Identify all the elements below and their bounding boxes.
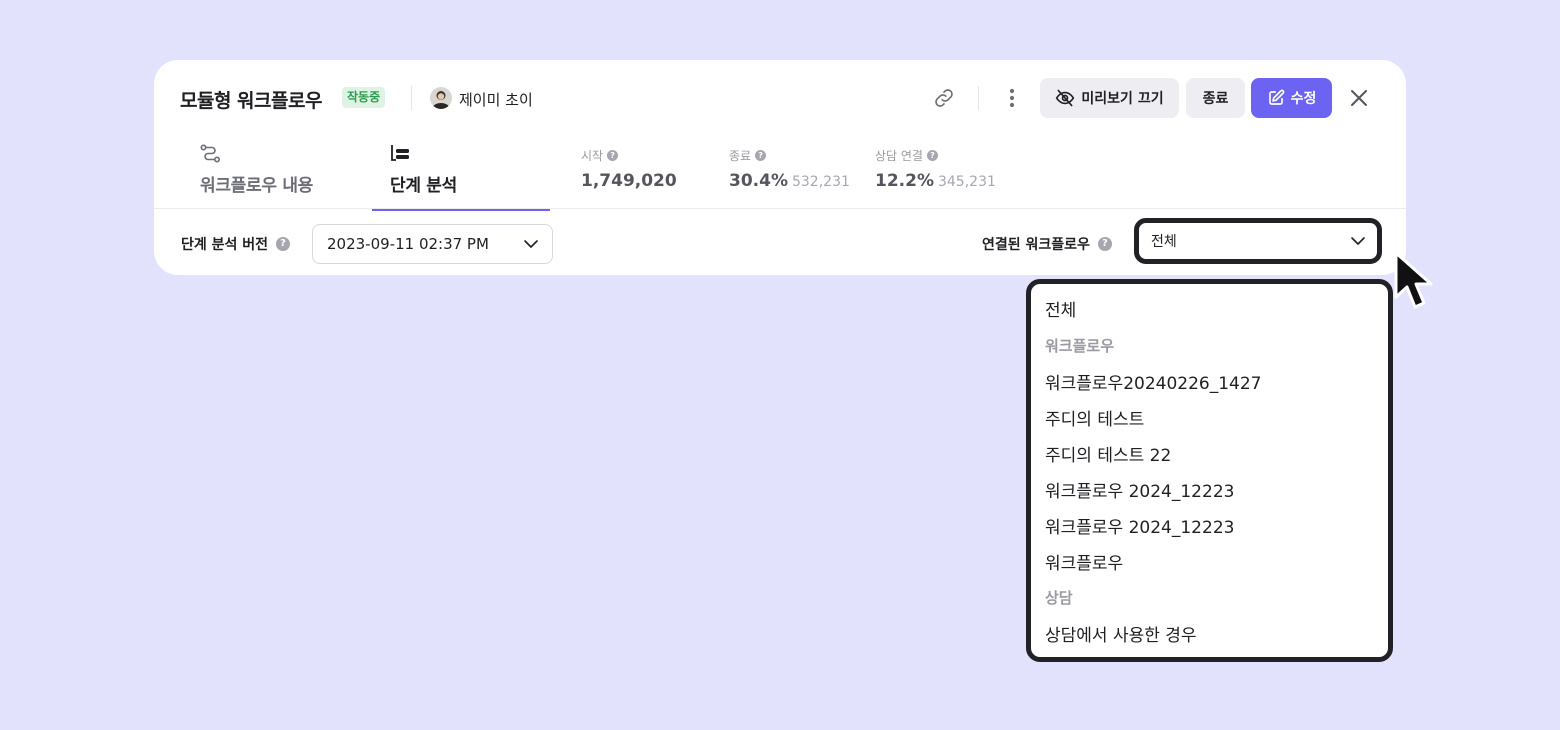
edit-label: 수정 [1290, 91, 1317, 107]
stat-start-label: 시작 [581, 149, 604, 163]
copy-link-button[interactable] [926, 80, 962, 116]
eye-off-icon [1056, 89, 1075, 107]
stat-consult: 상담 연결 ? 12.2% 345,231 [875, 147, 996, 191]
version-label-text: 단계 분석 버전 [181, 237, 269, 253]
link-icon [935, 89, 953, 107]
more-options-button[interactable] [994, 80, 1030, 116]
stat-consult-value: 12.2% [875, 171, 934, 191]
dropdown-option[interactable]: 워크플로우 2024_12223 [1045, 513, 1234, 538]
end-label: 종료 [1202, 91, 1229, 107]
version-select-value: 2023-09-11 02:37 PM [327, 235, 489, 253]
edit-button[interactable]: 수정 [1251, 78, 1332, 118]
dropdown-option[interactable]: 주디의 테스트 22 [1045, 441, 1171, 466]
stat-end-value: 30.4% [729, 171, 788, 191]
stat-end-count: 532,231 [791, 174, 850, 190]
linked-workflow-select[interactable]: 전체 [1134, 218, 1382, 264]
linked-select-value: 전체 [1151, 234, 1177, 250]
workflow-route-icon [200, 144, 221, 163]
version-filter-label: 단계 분석 버전 ? [181, 234, 291, 254]
edit-icon [1268, 89, 1284, 105]
help-icon[interactable]: ? [1097, 237, 1112, 251]
stat-end-label: 종료 [729, 149, 752, 163]
close-button[interactable] [1341, 80, 1377, 116]
dropdown-group-consult: 상담 [1045, 589, 1073, 607]
end-button[interactable]: 종료 [1186, 78, 1245, 118]
stat-consult-count: 345,231 [937, 174, 996, 190]
toolbar-divider [978, 86, 979, 110]
tabs-divider [154, 208, 1406, 209]
stat-start-value: 1,749,020 [581, 171, 677, 191]
stat-end: 종료 ? 30.4% 532,231 [729, 147, 850, 191]
help-icon[interactable]: ? [755, 150, 767, 161]
stat-consult-label: 상담 연결 [875, 149, 923, 163]
linked-workflow-filter-label: 연결된 워크플로우 ? [982, 234, 1112, 254]
dropdown-option[interactable]: 상담에서 사용한 경우 [1045, 621, 1197, 646]
dropdown-group-workflow: 워크플로우 [1045, 337, 1115, 355]
dropdown-option[interactable]: 워크플로우 2024_12223 [1045, 477, 1234, 502]
dropdown-option[interactable]: 주디의 테스트 [1045, 405, 1144, 430]
header-divider [411, 86, 412, 110]
preview-off-button[interactable]: 미리보기 끄기 [1040, 78, 1179, 118]
stat-start: 시작 ? 1,749,020 [581, 147, 677, 191]
owner-name: 제이미 초이 [459, 91, 533, 109]
step-tree-icon [391, 145, 409, 161]
linked-workflow-dropdown: 전체 워크플로우 워크플로우20240226_1427 주디의 테스트 주디의 … [1026, 279, 1393, 662]
version-select[interactable]: 2023-09-11 02:37 PM [312, 224, 553, 264]
dropdown-option[interactable]: 워크플로우 [1045, 549, 1123, 574]
linked-label-text: 연결된 워크플로우 [982, 237, 1090, 253]
tab-step-analysis[interactable]: 단계 분석 [372, 144, 550, 211]
help-icon[interactable]: ? [607, 150, 619, 161]
preview-off-label: 미리보기 끄기 [1081, 91, 1164, 107]
workflow-title: 모듈형 워크플로우 [180, 90, 322, 112]
dropdown-option[interactable]: 워크플로우20240226_1427 [1045, 369, 1262, 394]
close-icon [1351, 90, 1367, 106]
tab-workflow-content-label: 워크플로우 내용 [200, 176, 313, 196]
active-tab-indicator [372, 209, 550, 211]
help-icon[interactable]: ? [926, 150, 938, 161]
chevron-down-icon [1351, 237, 1365, 245]
status-badge: 작동중 [342, 87, 386, 108]
help-icon[interactable]: ? [276, 237, 291, 251]
mouse-pointer-icon [1394, 251, 1433, 309]
avatar [430, 87, 452, 109]
workflow-panel: 모듈형 워크플로우 작동중 제이미 초이 미리보기 끄기 종료 수정 워크플로우… [154, 60, 1406, 275]
dropdown-option-all[interactable]: 전체 [1045, 296, 1076, 321]
tab-step-analysis-label: 단계 분석 [390, 176, 457, 196]
tab-workflow-content[interactable]: 워크플로우 내용 [182, 144, 372, 210]
more-vertical-icon [1009, 88, 1015, 108]
panel-header: 모듈형 워크플로우 작동중 제이미 초이 미리보기 끄기 종료 수정 [154, 60, 1406, 136]
chevron-down-icon [524, 240, 538, 248]
